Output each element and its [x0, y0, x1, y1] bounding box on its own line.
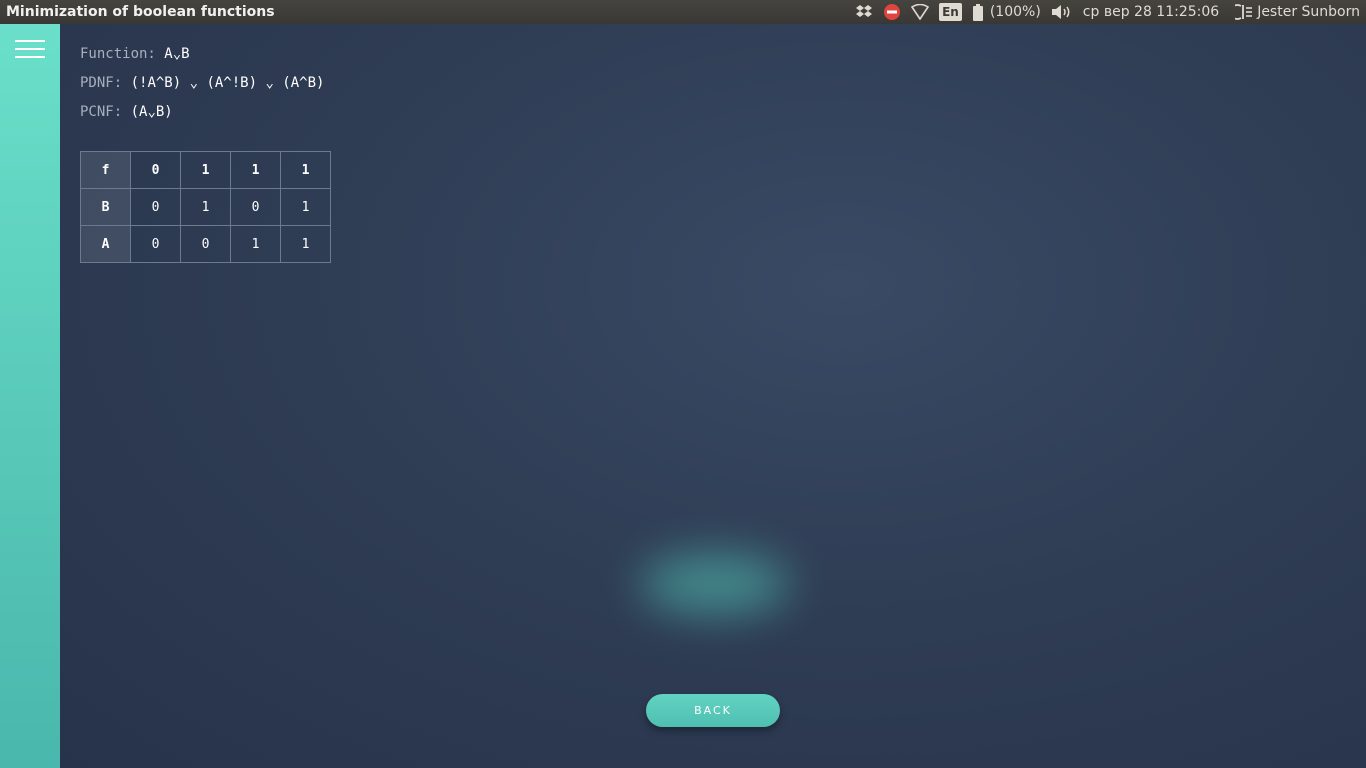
- indicator-area: En (100%) ср вер 28 11:25:06 Jester Sunb…: [845, 0, 1360, 24]
- battery-icon: [972, 3, 983, 21]
- row-header: A: [80, 225, 131, 263]
- battery-percentage: (100%): [989, 4, 1041, 20]
- table-row-f: f 0 1 1 1: [80, 151, 331, 189]
- table-cell: 0: [230, 188, 281, 226]
- language-badge: En: [939, 3, 962, 21]
- table-cell: 0: [180, 225, 231, 263]
- keyboard-language-indicator[interactable]: En: [939, 0, 962, 24]
- clock[interactable]: ср вер 28 11:25:06: [1083, 0, 1219, 24]
- pcnf-label: PCNF:: [80, 104, 123, 120]
- sidebar: [0, 24, 60, 768]
- top-panel: Minimization of boolean functions En (10…: [0, 0, 1366, 24]
- pdnf-value: (!A^B) ⌄ (A^!B) ⌄ (A^B): [130, 75, 325, 91]
- pcnf-line: PCNF: (A⌄B): [80, 104, 173, 120]
- function-value: A⌄B: [164, 46, 190, 62]
- table-cell: 1: [280, 151, 331, 189]
- function-label: Function:: [80, 46, 156, 62]
- pdnf-label: PDNF:: [80, 75, 123, 91]
- table-cell: 0: [130, 188, 181, 226]
- table-row-a: A 0 0 1 1: [80, 225, 331, 263]
- decorative-glow: [640, 554, 790, 614]
- table-cell: 0: [130, 225, 181, 263]
- table-cell: 1: [280, 188, 331, 226]
- table-cell: 1: [230, 151, 281, 189]
- table-row-b: B 0 1 0 1: [80, 188, 331, 226]
- table-cell: 1: [280, 225, 331, 263]
- session-menu[interactable]: Jester Sunborn: [1235, 0, 1360, 24]
- volume-icon[interactable]: [1051, 0, 1073, 24]
- hamburger-menu-icon[interactable]: [15, 40, 45, 58]
- session-icon: [1235, 4, 1253, 20]
- main-content: Function: A⌄B PDNF: (!A^B) ⌄ (A^!B) ⌄ (A…: [60, 24, 1366, 768]
- window-title: Minimization of boolean functions: [6, 4, 275, 20]
- pdnf-line: PDNF: (!A^B) ⌄ (A^!B) ⌄ (A^B): [80, 75, 324, 91]
- wifi-icon[interactable]: [911, 0, 930, 24]
- battery-indicator[interactable]: (100%): [972, 0, 1041, 24]
- table-cell: 0: [130, 151, 181, 189]
- table-cell: 1: [180, 151, 231, 189]
- pcnf-value: (A⌄B): [130, 104, 173, 120]
- table-cell: 1: [230, 225, 281, 263]
- do-not-disturb-icon[interactable]: [883, 0, 901, 24]
- user-name: Jester Sunborn: [1257, 4, 1360, 20]
- back-button[interactable]: BACK: [646, 694, 780, 727]
- table-cell: 1: [180, 188, 231, 226]
- truth-table: f 0 1 1 1 B 0 1 0 1 A 0 0 1 1: [80, 151, 331, 263]
- function-line: Function: A⌄B: [80, 46, 190, 62]
- dropbox-icon[interactable]: [855, 0, 873, 24]
- row-header: f: [80, 151, 131, 189]
- row-header: B: [80, 188, 131, 226]
